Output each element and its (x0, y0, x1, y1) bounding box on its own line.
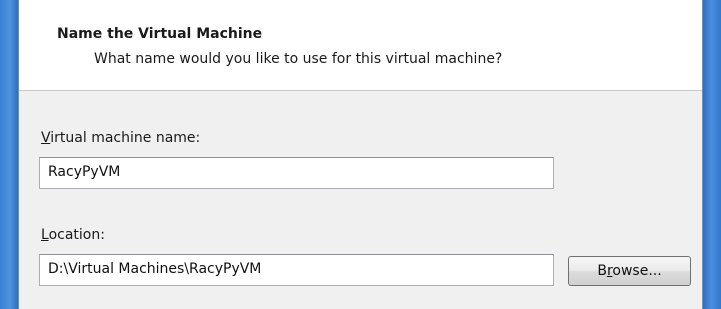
window-frame-right (703, 0, 721, 309)
vm-name-label: Virtual machine name: (41, 130, 200, 146)
wizard-header: Name the Virtual Machine What name would… (19, 0, 702, 91)
location-label: Location: (41, 227, 105, 243)
location-label-text: ocation: (48, 227, 105, 243)
vm-name-label-mnemonic: V (41, 130, 51, 146)
browse-button[interactable]: Browse... (568, 256, 691, 286)
vm-name-input[interactable]: RacyPyVM (39, 157, 554, 189)
page-title: Name the Virtual Machine (57, 26, 263, 42)
vm-name-label-text: irtual machine name: (50, 130, 201, 146)
page-subtitle: What name would you like to use for this… (94, 51, 503, 67)
location-label-mnemonic: L (41, 227, 49, 243)
location-input[interactable]: D:\Virtual Machines\RacyPyVM (39, 254, 554, 286)
browse-button-prefix: B (597, 263, 607, 279)
window-frame-left (0, 0, 18, 309)
browse-button-text: owse... (612, 263, 662, 279)
new-vm-wizard-dialog: Name the Virtual Machine What name would… (18, 0, 703, 309)
